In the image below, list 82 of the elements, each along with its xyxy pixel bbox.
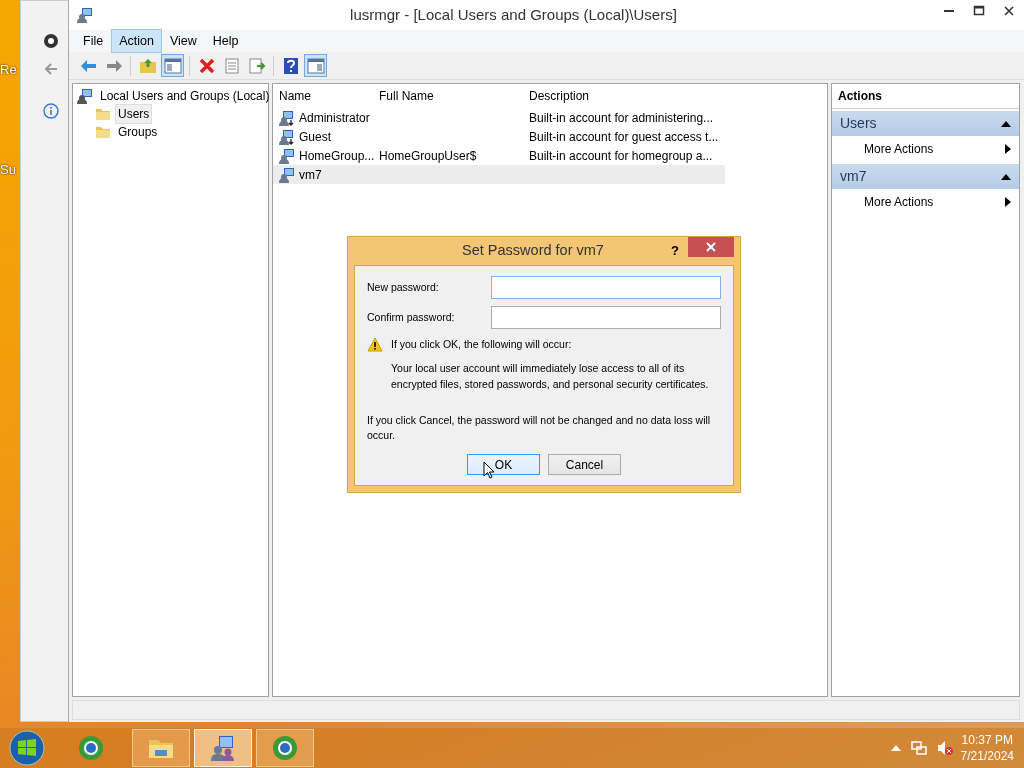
warning-icon [367, 337, 383, 353]
help-icon [281, 56, 300, 75]
collapse-icon [1001, 119, 1011, 128]
user-name: Guest [299, 128, 331, 146]
full-name: HomeGroupUser$ [379, 147, 478, 165]
window-title: lusrmgr - [Local Users and Groups (Local)\Users] [349, 4, 678, 25]
help-button[interactable]: ? [662, 241, 688, 261]
clock-date: 7/21/2024 [960, 748, 1014, 765]
browser-icon [77, 734, 105, 762]
users-icon [209, 734, 237, 762]
user-row[interactable]: Guest Built-in account for guest access t... [273, 127, 725, 146]
action-item[interactable]: More Actions [832, 136, 1019, 162]
show-tree-icon [163, 56, 182, 75]
user-name: Administrator [299, 109, 370, 127]
user-icon [279, 147, 295, 164]
action-section-header[interactable]: Users [832, 111, 1019, 136]
taskbar-app-button[interactable] [132, 729, 190, 767]
browser-icon[interactable] [43, 33, 59, 49]
close-icon [706, 242, 716, 252]
warning-detail: Your local user account will immediately lose access to all of its encrypted files, stored passwords, and personal security certificates. [391, 361, 710, 392]
folder-icon [95, 106, 111, 122]
menu-item[interactable]: Help [204, 28, 247, 54]
show-tree-button[interactable] [161, 54, 184, 77]
dialog-button[interactable]: OK [467, 454, 540, 475]
action-pane-button[interactable] [304, 54, 327, 77]
field-label: Confirm password: [367, 309, 455, 325]
menu-item[interactable]: Action [111, 28, 162, 54]
description: Built-in account for administering... [529, 109, 715, 127]
user-row[interactable]: Administrator Built-in account for administering... [273, 108, 725, 127]
speaker-muted-icon[interactable] [936, 740, 953, 756]
dialog-button[interactable]: Cancel [548, 454, 621, 475]
computer-icon [77, 88, 93, 104]
action-section-header[interactable]: vm7 [832, 164, 1019, 189]
action-label: More Actions [864, 194, 934, 211]
tree-item[interactable]: Local Users and Groups (Local) [97, 86, 273, 106]
column-header[interactable]: Name [279, 87, 379, 105]
start-button[interactable] [8, 729, 46, 767]
password-field[interactable] [491, 306, 721, 330]
user-row[interactable]: vm7 [273, 165, 725, 184]
dialog-title: Set Password for vm7 [461, 241, 605, 261]
column-header[interactable]: Description [529, 87, 729, 105]
user-download-icon [279, 109, 295, 126]
description: Built-in account for guest access t... [529, 128, 720, 146]
user-name: HomeGroup... [299, 147, 375, 165]
tree-item[interactable]: Users [115, 104, 153, 124]
delete-icon [197, 56, 216, 75]
collapse-icon [1001, 172, 1011, 181]
properties-icon [222, 56, 241, 75]
folder-up-icon [138, 56, 157, 75]
export-list-icon [247, 56, 266, 75]
section-title: Users [840, 114, 877, 133]
warning-text: If you click OK, the following will occur: [391, 337, 573, 353]
field-label: New password: [367, 279, 439, 295]
cursor-icon [483, 461, 495, 479]
show-hidden-icons-icon[interactable] [890, 744, 901, 752]
description: Built-in account for homegroup a... [529, 147, 714, 165]
browser-icon [271, 734, 299, 762]
action-item[interactable]: More Actions [832, 189, 1019, 215]
clock-time: 10:37 PM [960, 731, 1014, 748]
submenu-arrow-icon [1005, 144, 1011, 154]
menu-item[interactable]: View [161, 28, 205, 54]
section-title: vm7 [840, 167, 867, 186]
network-icon[interactable] [910, 740, 927, 756]
folder-icon [95, 124, 111, 140]
menu-item[interactable]: File [75, 28, 112, 54]
user-download-icon [279, 128, 295, 145]
action-label: More Actions [864, 141, 934, 158]
submenu-arrow-icon [1005, 197, 1011, 207]
user-name: vm7 [299, 166, 322, 184]
actions-header: Actions [832, 84, 1019, 109]
user-icon [279, 166, 295, 183]
tree-item[interactable]: Groups [115, 122, 161, 142]
password-field[interactable] [491, 276, 721, 300]
column-header[interactable]: Full Name [379, 87, 529, 105]
taskbar-app-button[interactable] [256, 729, 314, 767]
app-icon [77, 7, 93, 23]
note-text: If you click Cancel, the password will not be changed and no data loss will occur. [367, 412, 712, 444]
back-arrow-icon[interactable] [43, 61, 59, 77]
info-icon [43, 103, 59, 119]
action-pane-icon [306, 56, 325, 75]
user-row[interactable]: HomeGroup... HomeGroupUser$ Built-in account for homegroup a... [273, 146, 725, 165]
taskbar-app-button[interactable] [194, 729, 252, 767]
